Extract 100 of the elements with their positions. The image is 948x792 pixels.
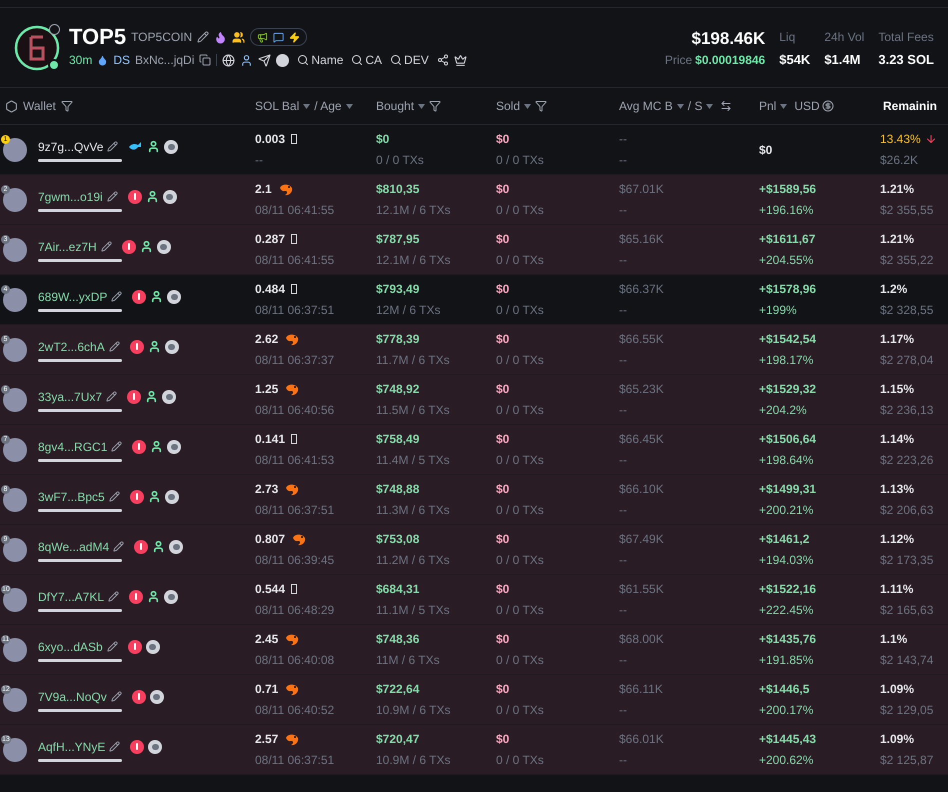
edit-icon [111,291,122,302]
pnl-percent: +199% [759,302,798,319]
person-icon [147,590,160,603]
column-label: / Age [314,98,342,115]
copy-button[interactable] [199,54,212,66]
pnl-amount: +$1435,76 [759,631,818,648]
wallet-age: 08/11 06:37:51 [255,752,336,769]
pnl-percent: +191.85% [759,652,814,669]
telegram-button[interactable] [258,54,272,66]
stat-value: $1.4M [824,50,862,69]
remaining-value: $2 223,26 [880,452,934,469]
edit-icon [106,191,118,202]
remaining-percent: 1.21% [880,181,914,198]
wallet-address[interactable]: 8qWe...adM4 [38,538,110,556]
pnl-percent: +222.45% [759,602,814,619]
wallet-address[interactable]: 33ya...7Ux7 [38,388,102,406]
bought-txs: 11.3M / 6 TXs [376,502,451,519]
bought-txs: 12M / 6 TXs [376,302,442,319]
remaining-value: $2 355,22 [880,252,934,269]
bought-txs: 11.2M / 6 TXs [376,552,451,569]
pnl-amount: +$1461,2 [759,531,810,548]
token-logo [14,24,60,70]
megaphone-icon [257,32,268,42]
wallet-age: 08/11 06:41:53 [255,452,336,469]
sold-txs: 0 / 0 TXs [496,702,545,719]
wallet-address[interactable]: 3wF7...Bpc5 [38,488,105,506]
price-value: $0.00019846 [695,52,766,70]
info-badge-icon [49,24,60,34]
alert-icon [128,640,142,654]
settings-icon [5,100,18,112]
sold-txs: 0 / 0 TXs [496,152,545,169]
avg-sell-mc: -- [619,402,628,419]
stat-label: Total Fees [878,28,934,46]
wallet-address[interactable]: 689W...yxDP [38,288,108,306]
edit-icon [107,141,118,152]
avg-buy-mc: $65.23K [619,381,665,398]
pnl-percent: +204.55% [759,252,814,269]
pnl-amount: +$1506,64 [759,431,818,448]
coin-icon [167,290,182,304]
column-label: Bought [376,98,414,115]
search-link[interactable]: DEV [387,51,429,69]
profile-button[interactable] [240,54,254,66]
alert-icon [128,190,142,204]
pnl-amount: +$1578,96 [759,281,818,298]
sold-txs: 0 / 0 TXs [496,502,545,519]
alert-icon [130,340,144,354]
caret-icon [706,104,714,108]
bought-amount: $748,36 [376,631,420,648]
column-label: / S [688,98,702,115]
person-icon [152,540,166,553]
sold-txs: 0 / 0 TXs [496,602,545,619]
sol-balance: 2.62 [255,331,278,348]
sold-txs: 0 / 0 TXs [496,202,545,219]
wallet-age: 08/11 06:37:37 [255,352,336,369]
bought-txs: 11.1M / 5 TXs [376,602,451,619]
bought-txs: 12.1M / 6 TXs [376,252,452,269]
search-link[interactable]: CA [348,51,382,69]
wallet-address[interactable]: AqfH...YNyE [38,738,106,756]
person-icon [150,290,164,303]
wallet-age: 08/11 06:40:08 [255,652,336,669]
edit-icon [197,31,210,43]
bolt-icon [289,32,300,42]
avg-sell-mc: -- [619,152,628,169]
edit-icon [106,641,118,652]
edit-icon [110,691,122,702]
remaining-value: $2 165,63 [880,602,934,619]
sold-txs: 0 / 0 TXs [496,252,545,269]
sol-balance: 2.57 [255,731,278,748]
avg-buy-mc: $66.45K [619,431,665,448]
wallet-address[interactable]: 7Air...ez7H [38,238,97,256]
wallet-address[interactable]: 9z7g...QvVe [38,138,104,156]
wallet-address[interactable]: 7V9a...NoQv [38,688,107,706]
sold-amount: $0 [496,531,510,548]
alert-icon [132,290,146,304]
whale-icon [128,140,144,152]
stat-label: Liq [779,28,796,46]
token-age: 30m [69,52,92,69]
shrimp-icon [278,182,293,196]
bought-amount: $748,92 [376,381,420,398]
crown-button[interactable] [454,54,467,66]
wallet-address[interactable]: 7gwm...o19i [38,188,103,206]
pnl-percent: +204.2% [759,402,808,419]
wallet-address[interactable]: DfY7...A7KL [38,588,104,606]
coin-icon [164,140,178,154]
caret-icon [303,104,310,108]
sold-amount: $0 [496,281,510,298]
search-link[interactable]: Name [294,51,344,69]
alert-icon [122,240,136,254]
wallet-address[interactable]: 6xyo...dASb [38,638,103,656]
pnl-amount: +$1445,43 [759,731,818,748]
avg-sell-mc: -- [619,202,628,219]
bought-txs: 0 / 0 TXs [376,152,425,169]
flame-icon [214,30,228,44]
website-button[interactable] [222,54,236,66]
wallet-address[interactable]: 8gv4...RGC1 [38,438,108,456]
wallet-address[interactable]: 2wT2...6chA [38,338,105,356]
missing-glyph-icon [291,284,298,294]
avg-sell-mc: -- [619,752,628,769]
pnl-amount: $0 [759,142,774,158]
remaining-percent: 1.17% [880,331,914,348]
